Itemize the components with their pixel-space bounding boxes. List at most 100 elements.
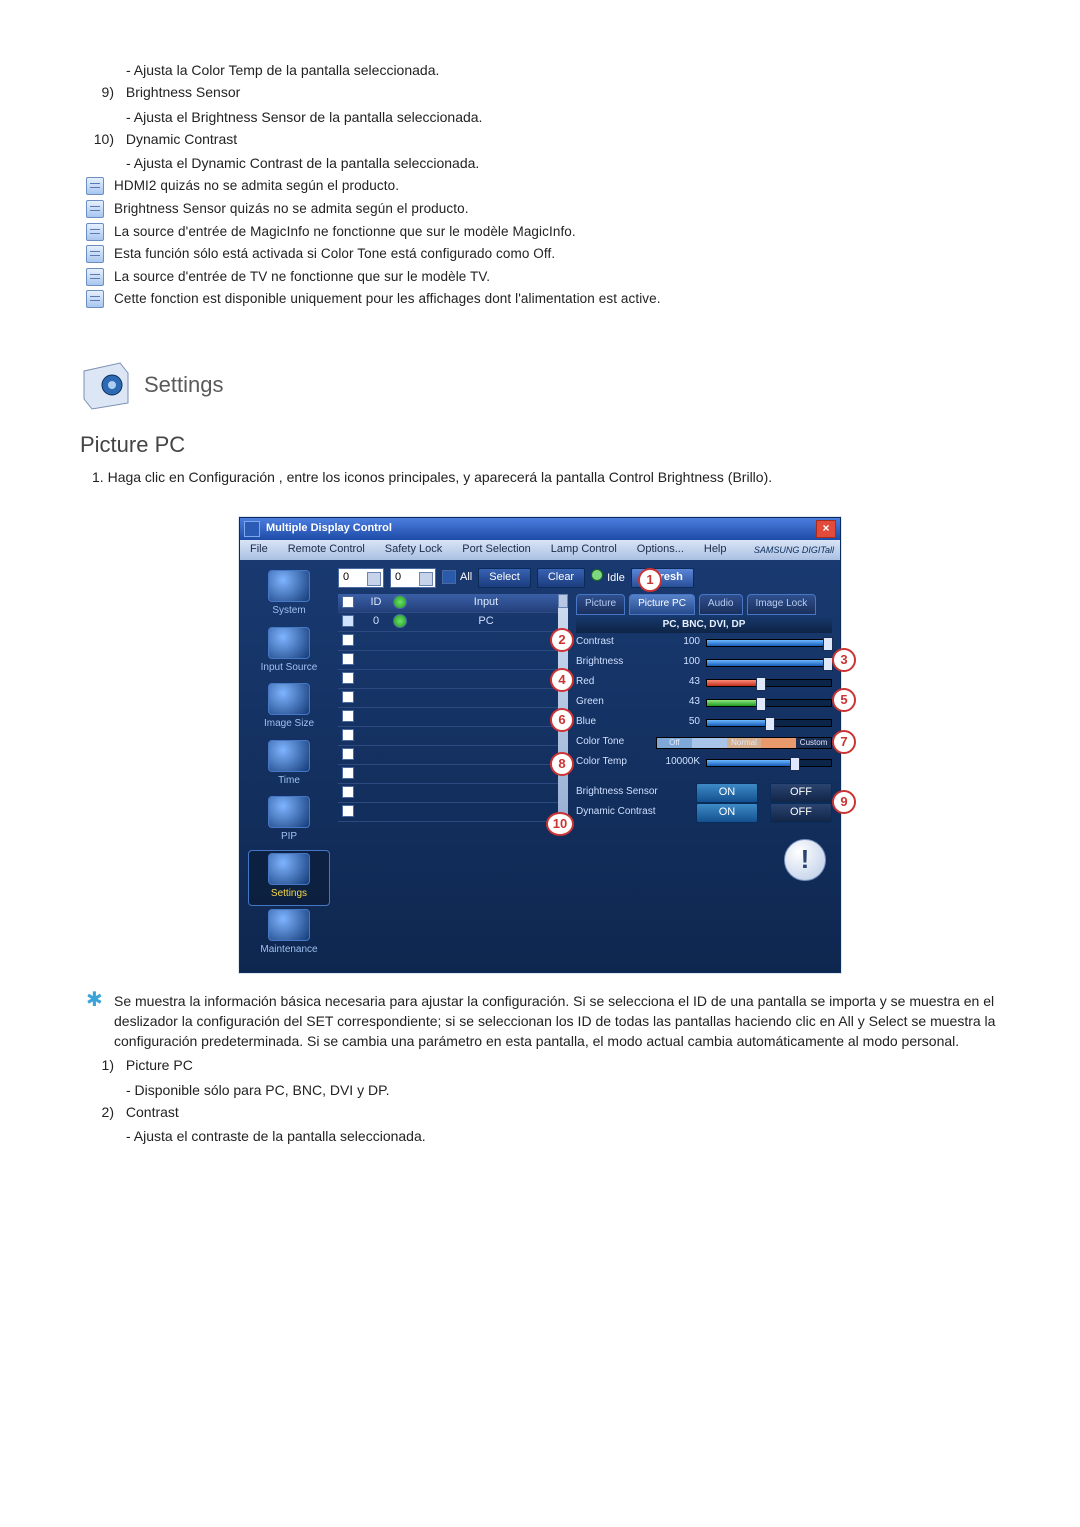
dcontrast-off-button[interactable]: OFF bbox=[770, 803, 832, 823]
time-icon bbox=[268, 740, 310, 772]
table-row[interactable] bbox=[338, 689, 558, 708]
table-row[interactable] bbox=[338, 632, 558, 651]
col-input: Input bbox=[414, 595, 558, 611]
table-row[interactable] bbox=[338, 765, 558, 784]
side-time[interactable]: Time bbox=[249, 738, 329, 793]
star-icon: ✱ bbox=[86, 991, 104, 1009]
tab-picture[interactable]: Picture bbox=[576, 594, 625, 615]
item10-num: 10) bbox=[86, 129, 114, 149]
menu-safety[interactable]: Safety Lock bbox=[375, 542, 452, 558]
display-table: ID Input 0 PC bbox=[338, 594, 558, 823]
table-row[interactable] bbox=[338, 708, 558, 727]
side-system[interactable]: System bbox=[249, 568, 329, 623]
status-indicator-icon bbox=[393, 595, 407, 609]
help-icon[interactable]: ! bbox=[784, 839, 826, 881]
clear-button[interactable]: Clear bbox=[537, 568, 585, 588]
tab-image-lock[interactable]: Image Lock bbox=[747, 594, 817, 615]
callout-4: 4 bbox=[550, 668, 574, 692]
bsensor-on-button[interactable]: ON bbox=[696, 783, 758, 803]
intro-text: Haga clic en Configuración , entre los i… bbox=[108, 469, 773, 485]
settings-icon bbox=[268, 853, 310, 885]
menu-port[interactable]: Port Selection bbox=[452, 542, 540, 558]
param-colortemp: Color Temp 10000K bbox=[576, 753, 832, 773]
menu-file[interactable]: File bbox=[240, 542, 278, 558]
menubar: File Remote Control Safety Lock Port Sel… bbox=[240, 540, 840, 560]
select-button[interactable]: Select bbox=[478, 568, 531, 588]
item10: 10) Dynamic Contrast bbox=[80, 129, 1000, 149]
red-slider[interactable] bbox=[706, 679, 832, 687]
post1: 1) Picture PC bbox=[80, 1055, 1000, 1075]
callout-9: 9 bbox=[832, 790, 856, 814]
post2: 2) Contrast bbox=[80, 1102, 1000, 1122]
id-to-dropdown[interactable]: 0 bbox=[390, 568, 436, 588]
param-colortone: Color Tone Off Normal Custom bbox=[576, 733, 832, 753]
colortemp-slider[interactable] bbox=[706, 759, 832, 767]
note-icon bbox=[86, 268, 104, 286]
callout-6: 6 bbox=[550, 708, 574, 732]
menu-help[interactable]: Help bbox=[694, 542, 737, 558]
param-dcontrast: Dynamic Contrast ON OFF bbox=[576, 803, 832, 823]
all-checkbox[interactable]: All bbox=[442, 570, 472, 586]
table-row[interactable] bbox=[338, 803, 558, 822]
param-green: Green 43 bbox=[576, 693, 832, 713]
col-id: ID bbox=[362, 595, 390, 611]
input-icon bbox=[268, 627, 310, 659]
brightness-slider[interactable] bbox=[706, 659, 832, 667]
bsensor-off-button[interactable]: OFF bbox=[770, 783, 832, 803]
side-maintenance[interactable]: Maintenance bbox=[249, 907, 329, 962]
intro-row: 1. Haga clic en Configuración , entre lo… bbox=[92, 467, 1000, 487]
status-on-icon bbox=[393, 614, 407, 628]
blue-slider[interactable] bbox=[706, 719, 832, 727]
side-input[interactable]: Input Source bbox=[249, 625, 329, 680]
param-bsensor: Brightness Sensor ON OFF bbox=[576, 783, 832, 803]
param-brightness: Brightness 100 bbox=[576, 653, 832, 673]
tab-audio[interactable]: Audio bbox=[699, 594, 743, 615]
dcontrast-on-button[interactable]: ON bbox=[696, 803, 758, 823]
table-row[interactable] bbox=[338, 651, 558, 670]
app-window: Multiple Display Control × File Remote C… bbox=[239, 517, 841, 973]
callout-3: 3 bbox=[832, 648, 856, 672]
menu-remote[interactable]: Remote Control bbox=[278, 542, 375, 558]
star-note: ✱ Se muestra la información básica neces… bbox=[86, 991, 1000, 1052]
callout-2: 2 bbox=[550, 628, 574, 652]
table-row[interactable] bbox=[338, 784, 558, 803]
side-imagesize[interactable]: Image Size bbox=[249, 681, 329, 736]
idle-radio[interactable]: Idle bbox=[591, 569, 625, 587]
note-2: Brightness Sensor quizás no se admita se… bbox=[86, 199, 1000, 219]
panel-head: PC, BNC, DVI, DP bbox=[576, 617, 832, 633]
menu-options[interactable]: Options... bbox=[627, 542, 694, 558]
item8-sub: - Ajusta la Color Temp de la pantalla se… bbox=[126, 60, 1000, 80]
callout-1: 1 bbox=[638, 568, 662, 592]
colortone-slider[interactable]: Off Normal Custom bbox=[656, 737, 832, 749]
note-icon bbox=[86, 245, 104, 263]
tab-picture-pc[interactable]: Picture PC bbox=[629, 594, 695, 615]
close-button[interactable]: × bbox=[816, 520, 836, 538]
note-icon bbox=[86, 200, 104, 218]
item9: 9) Brightness Sensor bbox=[80, 82, 1000, 102]
side-settings[interactable]: Settings bbox=[249, 851, 329, 906]
item10-sub: - Ajusta el Dynamic Contrast de la panta… bbox=[126, 153, 1000, 173]
menu-lamp[interactable]: Lamp Control bbox=[541, 542, 627, 558]
intro-num: 1. bbox=[92, 469, 104, 485]
item10-label: Dynamic Contrast bbox=[126, 131, 237, 147]
heading-text: Settings bbox=[144, 369, 224, 401]
star-text: Se muestra la información básica necesar… bbox=[114, 991, 1000, 1052]
section-heading: Settings bbox=[80, 359, 1000, 411]
table-row[interactable] bbox=[338, 670, 558, 689]
table-row[interactable]: 0 PC bbox=[338, 613, 558, 632]
system-icon bbox=[268, 570, 310, 602]
main-area: 0 0 All Select Clear Idle Refresh ID Inp… bbox=[330, 568, 832, 964]
green-slider[interactable] bbox=[706, 699, 832, 707]
window-title: Multiple Display Control bbox=[266, 521, 816, 537]
note-icon bbox=[86, 290, 104, 308]
settings-panel: Picture Picture PC Audio Image Lock PC, … bbox=[576, 594, 832, 823]
id-from-dropdown[interactable]: 0 bbox=[338, 568, 384, 588]
maintenance-icon bbox=[268, 909, 310, 941]
table-row[interactable] bbox=[338, 727, 558, 746]
side-pip[interactable]: PIP bbox=[249, 794, 329, 849]
pip-icon bbox=[268, 796, 310, 828]
note-5: La source d'entrée de TV ne fonctionne q… bbox=[86, 267, 1000, 287]
contrast-slider[interactable] bbox=[706, 639, 832, 647]
callout-5: 5 bbox=[832, 688, 856, 712]
table-row[interactable] bbox=[338, 746, 558, 765]
